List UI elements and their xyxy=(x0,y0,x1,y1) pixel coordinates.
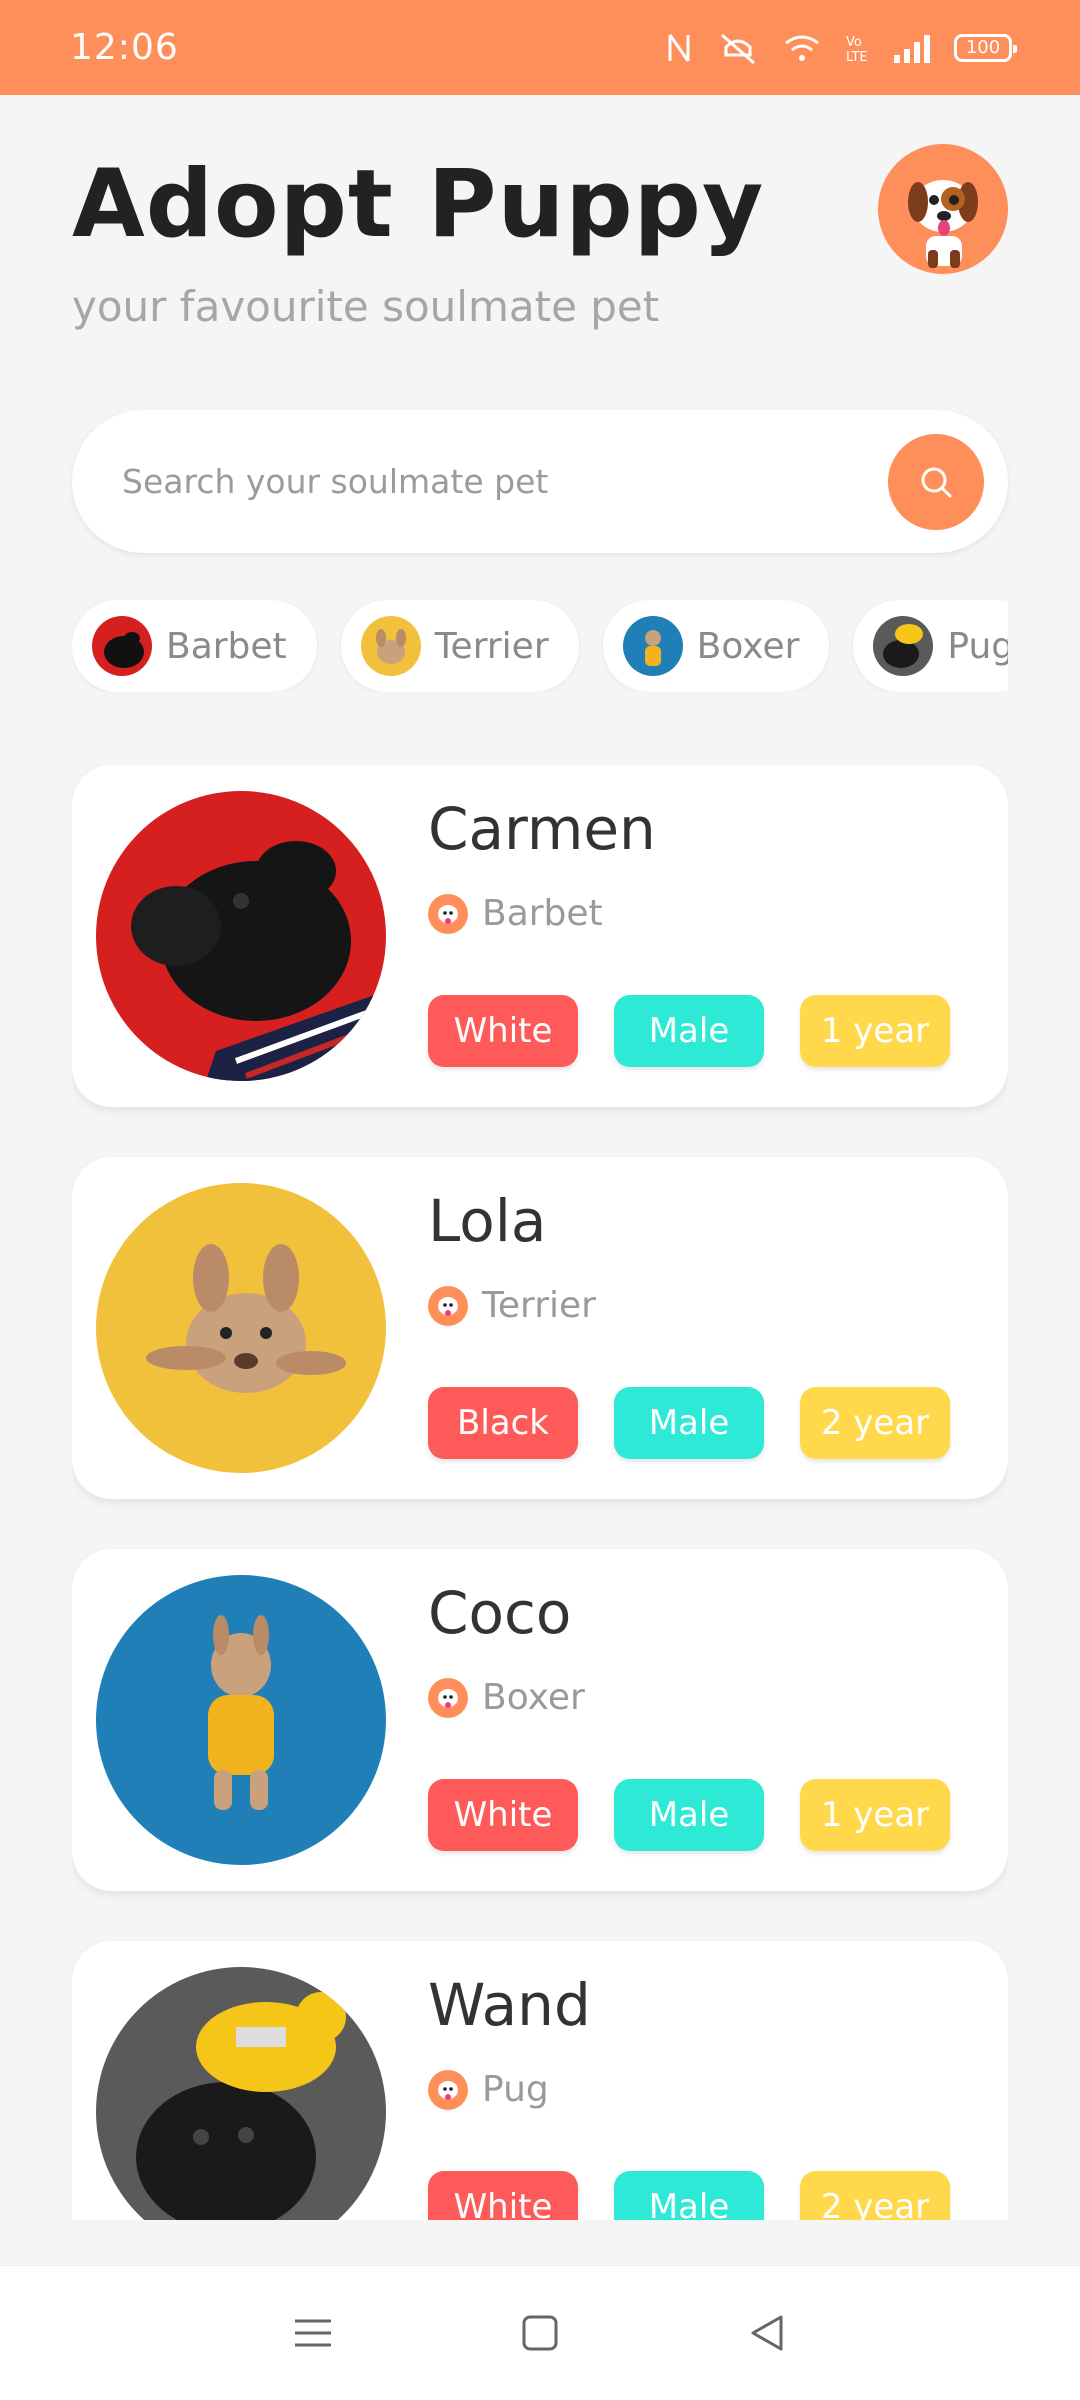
category-chips: Barbet Terrier Boxer Pug xyxy=(72,600,1008,692)
search-icon xyxy=(921,467,952,497)
pet-breed: Barbet xyxy=(428,893,603,934)
color-tag: White xyxy=(428,1779,578,1851)
search-bar[interactable]: Search your soulmate pet xyxy=(72,410,1008,553)
page-subtitle: your favourite soulmate pet xyxy=(72,282,660,331)
pet-breed: Pug xyxy=(428,2069,549,2110)
pet-breed-label: Pug xyxy=(482,2069,549,2110)
pet-breed: Terrier xyxy=(428,1285,596,1326)
search-button[interactable] xyxy=(888,433,984,530)
home-icon[interactable] xyxy=(518,2311,562,2355)
pet-card[interactable]: Lola Terrier Black Male 2 year xyxy=(72,1157,1008,1499)
category-chip-boxer[interactable]: Boxer xyxy=(602,600,830,692)
pet-breed-label: Boxer xyxy=(482,1677,585,1718)
puppy-icon xyxy=(428,1677,468,1718)
system-nav-bar xyxy=(0,2265,1080,2400)
category-chip-label: Pug xyxy=(947,625,1008,667)
pet-photo xyxy=(96,791,386,1081)
avatar[interactable] xyxy=(878,144,1008,274)
pet-breed-label: Terrier xyxy=(482,1285,596,1326)
gender-tag: Male xyxy=(614,1387,764,1459)
pug-thumbnail xyxy=(873,616,934,676)
category-chip-label: Barbet xyxy=(166,625,287,667)
svg-text:LTE: LTE xyxy=(846,50,868,65)
pet-card[interactable]: Coco Boxer White Male 1 year xyxy=(72,1549,1008,1891)
pet-breed-label: Barbet xyxy=(482,893,603,934)
pet-name: Carmen xyxy=(428,795,656,863)
pet-name: Wand xyxy=(428,1971,591,2039)
category-chip-label: Boxer xyxy=(696,625,800,667)
barbet-thumbnail xyxy=(92,616,152,676)
age-tag: 1 year xyxy=(800,995,950,1067)
age-tag: 2 year xyxy=(800,2171,950,2220)
age-tag: 2 year xyxy=(800,1387,950,1459)
wifi-icon xyxy=(785,35,819,61)
header: Adopt Puppy your favourite soulmate pet xyxy=(72,144,1008,350)
pet-photo xyxy=(96,1967,386,2220)
gender-tag: Male xyxy=(614,2171,764,2220)
pet-name: Lola xyxy=(428,1187,547,1255)
category-chip-terrier[interactable]: Terrier xyxy=(340,600,579,692)
pet-list: Carmen Barbet White Male 1 year Lola Ter… xyxy=(72,765,1008,2220)
category-chip-barbet[interactable]: Barbet xyxy=(72,600,317,692)
gender-tag: Male xyxy=(614,995,764,1067)
status-time: 12:06 xyxy=(70,27,179,68)
mute-icon xyxy=(721,33,755,64)
svg-text:Vo: Vo xyxy=(846,35,862,50)
pet-tags: Black Male 2 year xyxy=(428,1387,950,1459)
pet-card[interactable]: Wand Pug White Male 2 year xyxy=(72,1941,1008,2220)
age-tag: 1 year xyxy=(800,1779,950,1851)
category-chip-pug[interactable]: Pug xyxy=(853,600,1008,692)
pet-card[interactable]: Carmen Barbet White Male 1 year xyxy=(72,765,1008,1107)
puppy-avatar-icon xyxy=(908,180,978,268)
pet-photo xyxy=(96,1183,386,1473)
battery-level: 100 xyxy=(965,37,1001,58)
menu-icon[interactable] xyxy=(291,2311,335,2355)
status-icons: Vo LTE 100 xyxy=(664,31,1017,65)
pet-tags: White Male 1 year xyxy=(428,995,950,1067)
signal-icon xyxy=(894,34,930,63)
search-input[interactable]: Search your soulmate pet xyxy=(122,462,888,501)
color-tag: Black xyxy=(428,1387,578,1459)
puppy-icon xyxy=(428,2069,468,2110)
color-tag: White xyxy=(428,2171,578,2220)
terrier-thumbnail xyxy=(360,616,421,676)
puppy-icon xyxy=(428,1285,468,1326)
status-bar: 12:06 Vo LTE 100 xyxy=(0,0,1080,95)
volte-icon: VoLTE xyxy=(846,35,868,65)
puppy-icon xyxy=(428,893,468,934)
back-icon[interactable] xyxy=(745,2311,789,2355)
page-title: Adopt Puppy xyxy=(72,150,765,259)
battery-icon: 100 xyxy=(954,33,1017,62)
color-tag: White xyxy=(428,995,578,1067)
pet-breed: Boxer xyxy=(428,1677,585,1718)
pet-tags: White Male 1 year xyxy=(428,1779,950,1851)
pet-photo xyxy=(96,1575,386,1865)
pet-name: Coco xyxy=(428,1579,572,1647)
gender-tag: Male xyxy=(614,1779,764,1851)
category-chip-label: Terrier xyxy=(434,625,549,667)
pet-tags: White Male 2 year xyxy=(428,2171,950,2220)
boxer-thumbnail xyxy=(622,616,683,676)
nfc-icon xyxy=(668,33,690,62)
